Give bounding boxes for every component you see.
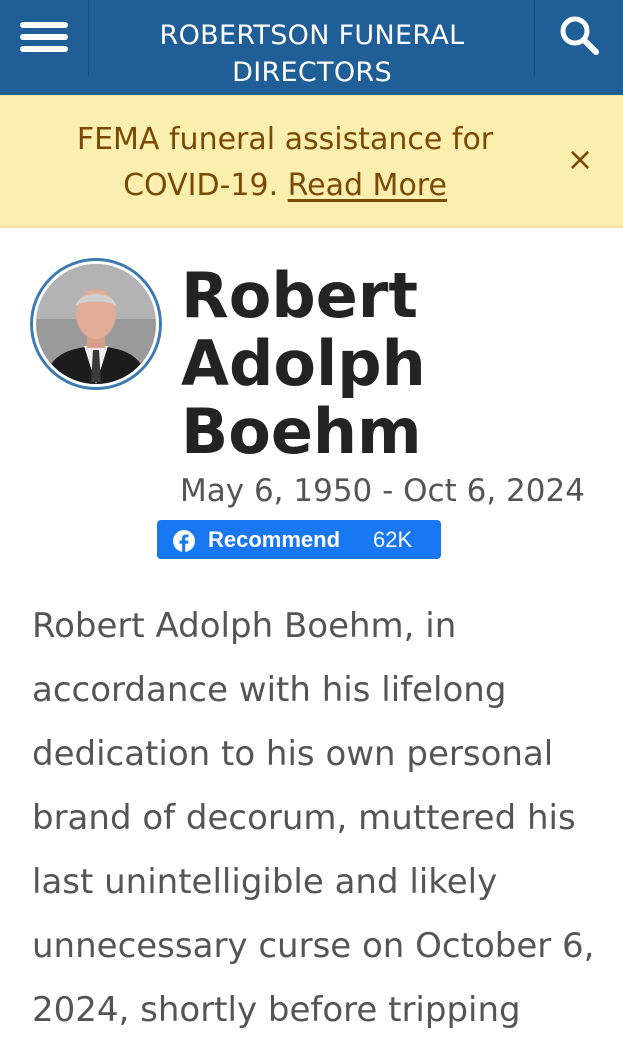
obituary-text: Robert Adolph Boehm, in accordance with … xyxy=(32,606,595,1030)
recommend-count: 62K xyxy=(373,527,413,552)
read-more-link[interactable]: Read More xyxy=(288,168,447,203)
name-middle: Adolph xyxy=(181,327,426,400)
life-dates: May 6, 1950 - Oct 6, 2024 xyxy=(180,473,585,509)
site-header: ROBERTSON FUNERAL DIRECTORS xyxy=(0,0,623,95)
deceased-name: Robert Adolph Boehm xyxy=(181,262,601,466)
menu-button[interactable] xyxy=(0,0,89,76)
name-first: Robert xyxy=(181,259,418,332)
search-icon xyxy=(560,16,599,55)
facebook-recommend-button[interactable]: Recommend 62K xyxy=(157,520,441,559)
facebook-icon xyxy=(173,530,195,552)
avatar xyxy=(30,258,162,390)
announcement-banner: FEMA funeral assistance for COVID-19. Re… xyxy=(0,95,623,228)
banner-message: FEMA funeral assistance for COVID-19. Re… xyxy=(30,117,540,209)
close-banner-button[interactable]: × xyxy=(560,139,600,179)
recommend-label: Recommend xyxy=(208,527,341,552)
portrait-photo xyxy=(36,264,156,384)
search-button[interactable] xyxy=(534,0,623,76)
close-icon: × xyxy=(566,140,594,178)
name-last: Boehm xyxy=(181,395,422,468)
site-title[interactable]: ROBERTSON FUNERAL DIRECTORS xyxy=(90,17,534,91)
